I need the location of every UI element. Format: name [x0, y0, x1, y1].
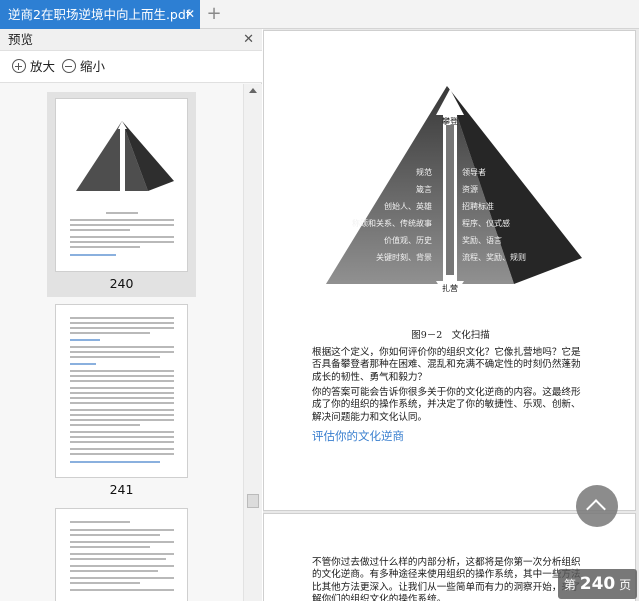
thumbnail-page-242[interactable]: [47, 502, 196, 601]
tab-title: 逆商2在职场逆境中向上而生.pdf: [8, 7, 191, 22]
figure-right-term: 资源: [462, 184, 478, 194]
scrollbar-thumb[interactable]: [247, 494, 259, 508]
figure-left-term: 价值观、历史: [384, 235, 432, 245]
figure-left-term: 箴言: [416, 184, 432, 194]
zoom-in-button[interactable]: 放大: [12, 57, 55, 77]
culture-pyramid-figure: 攀登 扎营 规范 箴言 创始人、英雄 称颂和关系、传统故事 价值观、历史 关键时…: [326, 86, 582, 303]
pyramid-thumbnail-icon: [76, 121, 174, 199]
close-icon[interactable]: ✕: [183, 7, 197, 21]
figure-right-term: 奖励、语言: [462, 235, 502, 245]
thumbnail-image: [55, 304, 188, 478]
thumbnail-image: [55, 508, 188, 601]
figure-caption: 图9－2 文化扫描: [411, 330, 490, 341]
thumbnail-page-240[interactable]: 240: [47, 92, 196, 297]
page-indicator-number: 240: [579, 574, 616, 594]
figure-bottom-label: 扎营: [442, 283, 458, 293]
zoom-toolbar: 放大 缩小: [0, 51, 262, 83]
preview-sidebar: 预览 ✕ 放大 缩小 240 241: [0, 29, 262, 601]
thumbnail-list: 240 241: [0, 84, 243, 601]
figure-top-label: 攀登: [442, 116, 458, 126]
sidebar-header: 预览 ✕: [0, 29, 262, 51]
zoom-in-label: 放大: [30, 59, 56, 74]
page-indicator-suffix: 页: [619, 578, 632, 592]
thumbnail-page-number: 240: [109, 276, 134, 291]
close-icon[interactable]: ✕: [243, 29, 254, 51]
figure-left-term: 创始人、英雄: [384, 201, 432, 211]
plus-icon[interactable]: +: [205, 5, 223, 23]
zoom-in-icon: [12, 59, 26, 73]
sidebar-scrollbar[interactable]: [243, 84, 262, 601]
figure-left-term: 关键时刻、背景: [376, 252, 432, 262]
zoom-out-icon: [62, 59, 76, 73]
sidebar-title: 预览: [8, 32, 34, 47]
figure-right-term: 领导者: [462, 167, 486, 177]
page-indicator: 第 240 页: [558, 569, 637, 599]
paragraph: 根据这个定义，你如何评价你的组织文化？它像扎营地吗？它是否具备攀登者那种在困难、…: [312, 347, 581, 383]
figure-right-term: 程序、仪式感: [462, 218, 510, 228]
zoom-out-label: 缩小: [80, 59, 106, 74]
figure-left-term: 规范: [416, 167, 432, 177]
document-page-240: 攀登 扎营 规范 箴言 创始人、英雄 称颂和关系、传统故事 价值观、历史 关键时…: [263, 30, 636, 511]
document-tab[interactable]: 逆商2在职场逆境中向上而生.pdf ✕: [0, 0, 200, 29]
scroll-up-icon[interactable]: [249, 88, 257, 93]
paragraph: 你的答案可能会告诉你很多关于你的文化逆商的内容。这最终形成了你的组织的操作系统，…: [312, 387, 581, 423]
thumbnail-image: [55, 98, 188, 272]
figure-right-term: 流程、奖励、规则: [462, 252, 526, 262]
figure-right-term: 招聘标准: [462, 201, 494, 211]
section-heading: 评估你的文化逆商: [312, 429, 404, 443]
page-indicator-prefix: 第: [563, 578, 576, 592]
paragraph: 不管你过去做过什么样的内部分析，这都将是你第一次分析组织的文化逆商。有多种途径来…: [312, 557, 581, 601]
figure-left-term: 称颂和关系、传统故事: [352, 218, 432, 228]
tab-bar: 逆商2在职场逆境中向上而生.pdf ✕ +: [0, 0, 639, 29]
scroll-to-top-button[interactable]: [576, 485, 618, 527]
zoom-out-button[interactable]: 缩小: [62, 57, 105, 77]
thumbnail-page-241[interactable]: 241: [47, 298, 196, 498]
thumbnail-page-number: 241: [109, 482, 134, 497]
